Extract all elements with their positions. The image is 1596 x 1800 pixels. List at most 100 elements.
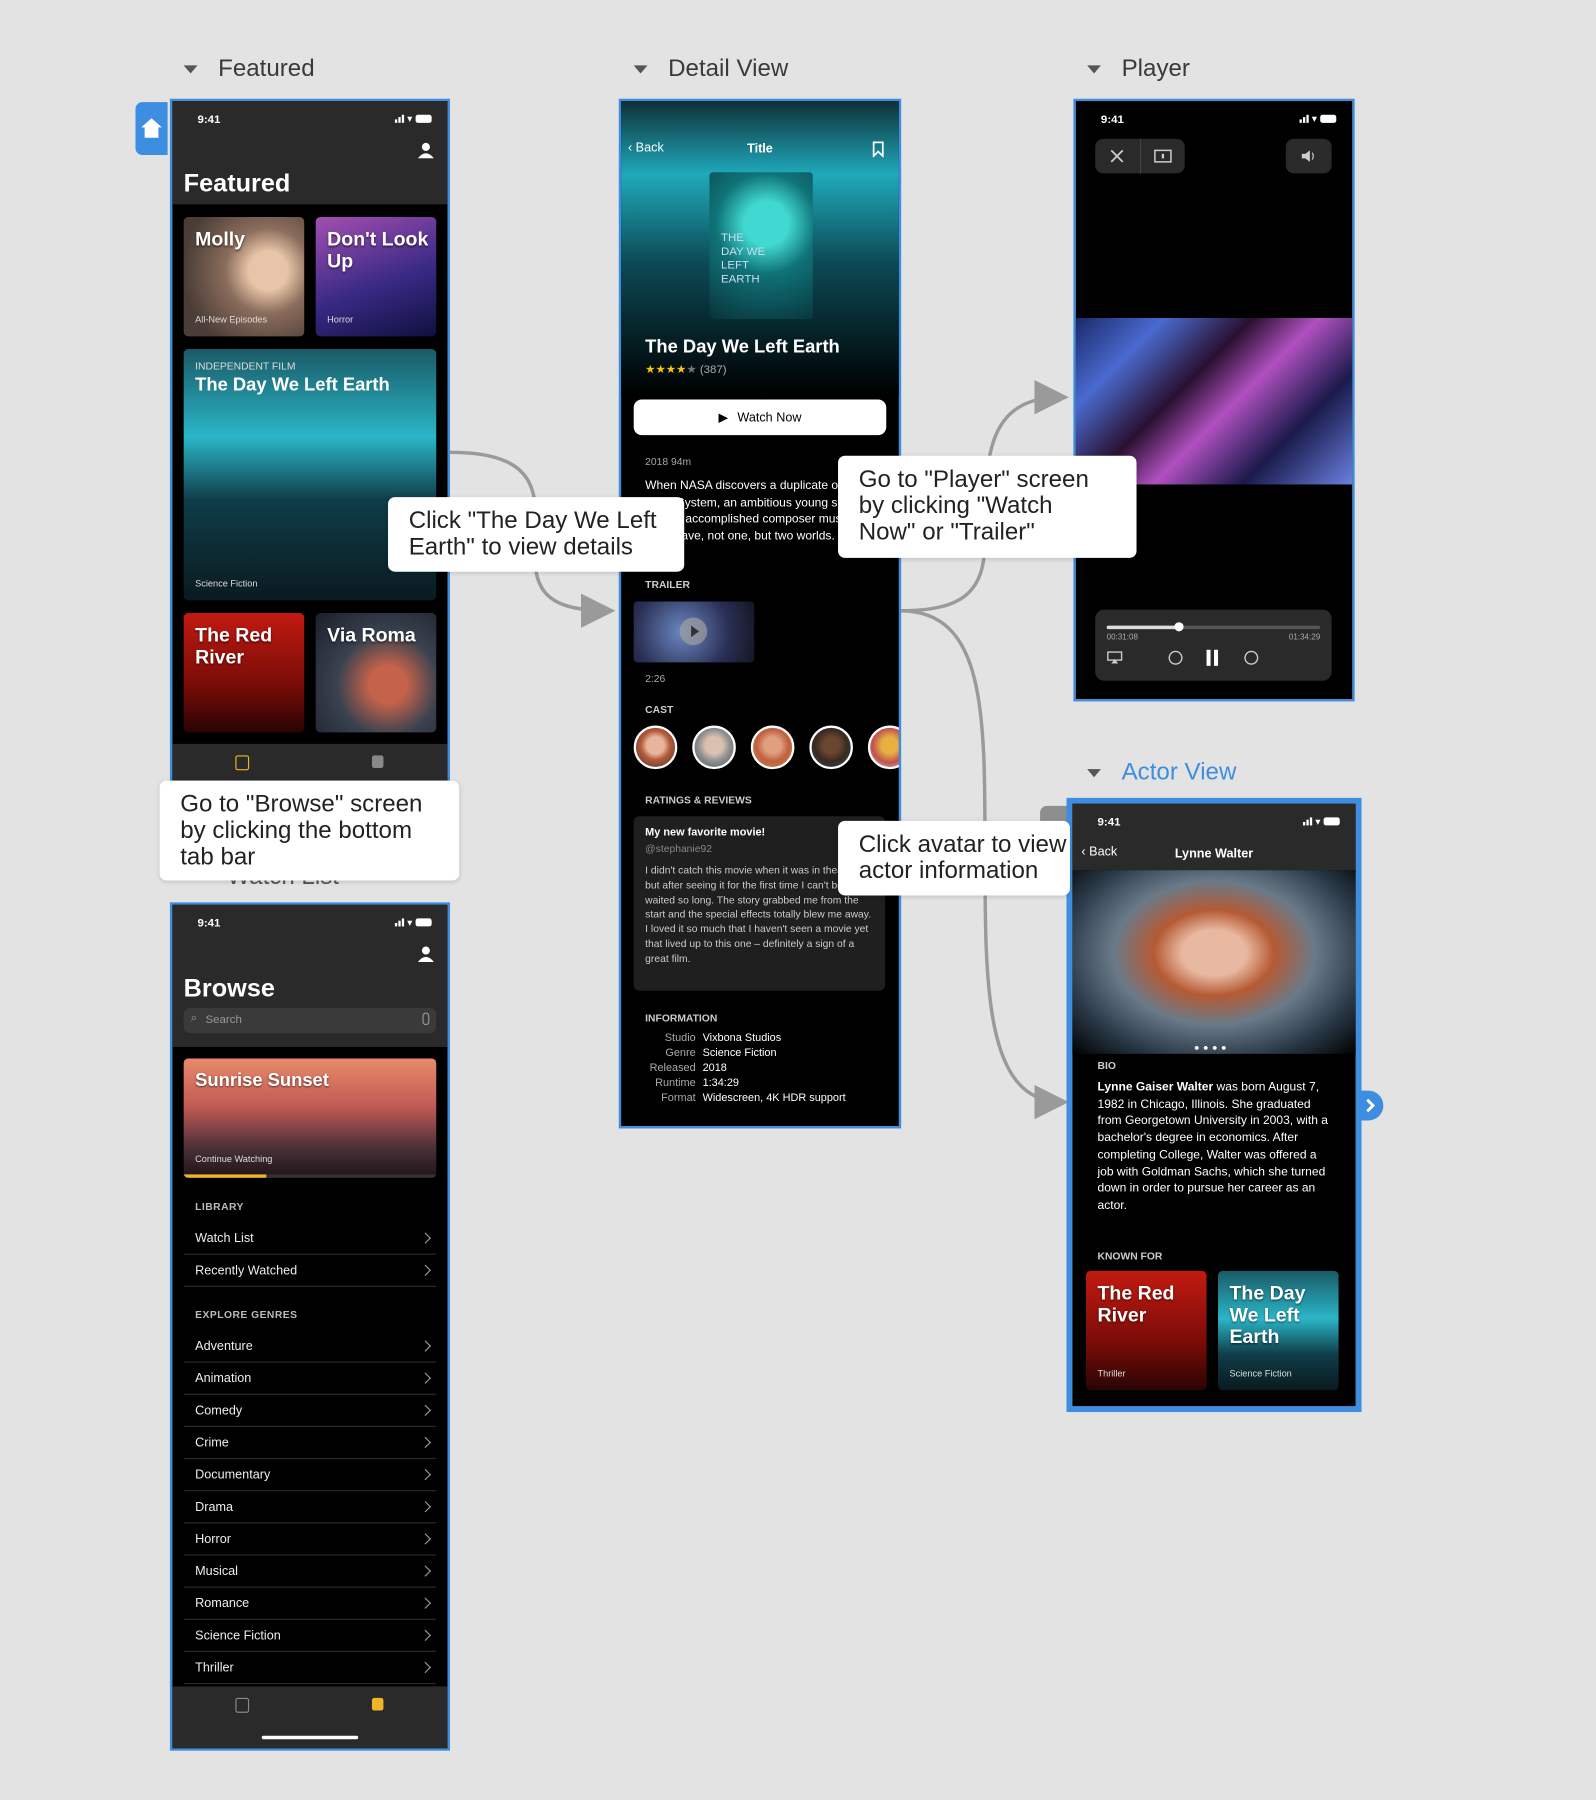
cast-avatar[interactable] (692, 725, 736, 770)
card-title: Don't Look Up (327, 228, 429, 273)
watch-progress-fill (183, 1174, 267, 1178)
known-for-label: KNOWN FOR (1097, 1250, 1163, 1262)
section-label-genres: EXPLORE GENRES (195, 1308, 298, 1321)
callout-actor: Click avatar to view actor information (838, 820, 1070, 896)
featured-tab-icon[interactable] (235, 755, 250, 771)
known-for-card[interactable]: The Red River Thriller (1086, 1270, 1207, 1391)
hero-card-sunrise-sunset[interactable]: Sunrise Sunset Continue Watching (183, 1058, 437, 1178)
list-item-watch-list[interactable]: Watch List (183, 1223, 437, 1255)
list-item-label: Science Fiction (195, 1628, 281, 1643)
card-title: The Red River (195, 624, 273, 669)
cast-avatar-lynne-walter[interactable] (633, 725, 678, 770)
watch-now-label: Watch Now (737, 410, 802, 425)
genre-item[interactable]: Thriller (183, 1652, 437, 1685)
section-label-library: LIBRARY (195, 1200, 244, 1213)
poster-text: THE DAY WE LEFT EARTH (720, 231, 766, 286)
cast-avatar[interactable] (809, 725, 853, 770)
battery-icon (1320, 114, 1337, 123)
chevron-right-icon (419, 1436, 432, 1449)
battery-icon (415, 114, 432, 123)
home-pin[interactable] (135, 102, 168, 155)
status-bar: 9:41 ▾ (1072, 804, 1356, 838)
card-title: Via Roma (327, 624, 416, 647)
chevron-right-icon (419, 1597, 432, 1609)
card-via-roma[interactable]: Via Roma (315, 613, 437, 733)
info-value: 1:34:29 (702, 1076, 739, 1090)
card-molly[interactable]: Molly All-New Episodes (183, 216, 305, 337)
status-icons: ▾ (394, 917, 432, 928)
trailer-thumbnail[interactable] (633, 601, 755, 663)
bio-text: Lynne Gaiser Walter was born August 7, 1… (1097, 1079, 1332, 1214)
chevron-right-icon (419, 1372, 432, 1384)
card-title: Sunrise Sunset (195, 1071, 329, 1091)
chevron-right-icon (1366, 1098, 1376, 1113)
genre-item[interactable]: Horror (183, 1523, 437, 1556)
home-indicator (261, 1735, 359, 1740)
genre-item[interactable]: Comedy (183, 1395, 437, 1427)
scrubber-thumb[interactable] (1174, 622, 1184, 632)
page-dots[interactable]: ●●●● (1194, 1042, 1230, 1052)
watch-now-button[interactable]: ▶ Watch Now (633, 399, 887, 436)
search-icon: ⌕ (190, 1012, 198, 1026)
genre-item[interactable]: Documentary (183, 1459, 437, 1492)
genre-item[interactable]: Animation (183, 1363, 437, 1395)
known-for-card[interactable]: The Day We Left Earth Science Fiction (1218, 1270, 1339, 1391)
genre-item[interactable]: Science Fiction (183, 1620, 437, 1652)
pause-icon[interactable] (1204, 649, 1220, 667)
card-title: The Day We Left Earth (1229, 1282, 1306, 1348)
genre-item[interactable]: Adventure (183, 1331, 437, 1363)
list-item-label: Horror (195, 1532, 231, 1546)
info-value: Vixbona Studios (702, 1032, 782, 1045)
bookmark-icon[interactable] (871, 141, 885, 158)
profile-icon[interactable] (417, 946, 434, 963)
movie-meta: 2018 94m (645, 455, 692, 468)
list-item-label: Crime (195, 1435, 229, 1450)
card-subtitle: Continue Watching (195, 1153, 273, 1165)
picture-in-picture-icon[interactable] (1154, 149, 1172, 163)
card-subtitle: Horror (327, 314, 354, 325)
browse-screen: 9:41 ▾ Browse ⌕ Search Sunrise Sunset Co… (169, 902, 451, 1751)
chevron-right-icon (419, 1533, 432, 1545)
airplay-icon[interactable] (1107, 651, 1123, 665)
total-time: 01:34:29 (1288, 633, 1321, 642)
actor-photo (1072, 870, 1356, 1054)
card-dont-look-up[interactable]: Don't Look Up Horror (315, 216, 437, 337)
browse-tab-icon[interactable] (371, 1697, 384, 1711)
mic-icon[interactable] (422, 1012, 430, 1026)
next-screen-button[interactable] (1358, 1090, 1384, 1121)
card-title: Molly (195, 228, 246, 251)
card-the-red-river[interactable]: The Red River (183, 613, 305, 733)
browse-tab-icon[interactable] (371, 755, 384, 769)
status-icons: ▾ (1299, 114, 1337, 124)
skip-back-icon[interactable] (1168, 650, 1184, 666)
cast-avatar[interactable] (750, 725, 795, 770)
genre-item[interactable]: Musical (183, 1556, 437, 1588)
featured-tab-icon[interactable] (235, 1697, 250, 1713)
chevron-right-icon (419, 1629, 432, 1642)
profile-icon[interactable] (417, 142, 434, 159)
genre-item[interactable]: Crime (183, 1427, 437, 1460)
callout-browse: Go to "Browse" screen by clicking the bo… (159, 780, 460, 881)
close-icon[interactable] (1110, 149, 1124, 163)
chevron-right-icon (419, 1468, 432, 1481)
genre-item[interactable]: Romance (183, 1588, 437, 1620)
player-top-controls (1095, 138, 1185, 174)
status-time: 9:41 (1100, 113, 1124, 127)
list-item-label: Watch List (195, 1231, 254, 1246)
genre-item[interactable]: Drama (183, 1491, 437, 1524)
list-item-label: Documentary (195, 1467, 271, 1482)
nav-title: Title (747, 142, 773, 157)
search-input[interactable]: ⌕ Search (183, 1007, 437, 1034)
list-item-recently-watched[interactable]: Recently Watched (183, 1255, 437, 1287)
status-time: 9:41 (1097, 816, 1121, 829)
bio-body: was born August 7, 1982 in Chicago, Illi… (1097, 1080, 1328, 1213)
cast-avatar[interactable] (867, 725, 899, 770)
player-screen: 9:41 ▾ 00:31:08 01:34:29 (1073, 98, 1355, 702)
chevron-right-icon (419, 1264, 432, 1276)
info-key: Format (661, 1091, 696, 1105)
list-item-label: Adventure (195, 1339, 253, 1353)
reviews-label: RATINGS & REVIEWS (645, 794, 752, 806)
skip-forward-icon[interactable] (1243, 650, 1259, 666)
card-title: The Red River (1097, 1282, 1175, 1326)
volume-button[interactable] (1285, 138, 1332, 174)
